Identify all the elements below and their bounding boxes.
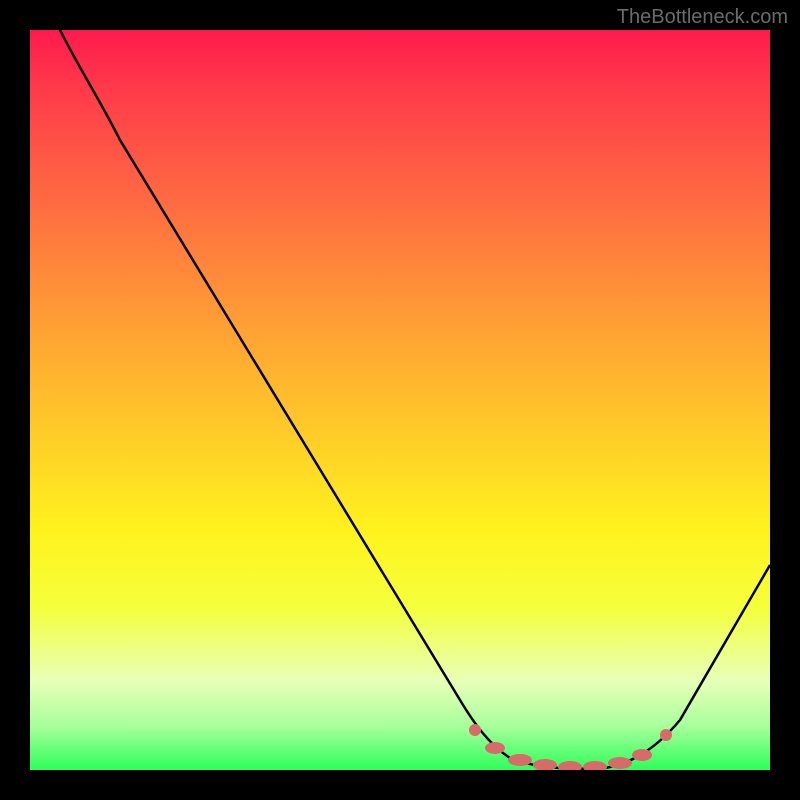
marker-dot [558,761,582,770]
marker-dot [608,757,632,769]
marker-dot [660,729,672,741]
marker-dot [583,761,607,770]
marker-dot [469,724,481,736]
marker-dot [632,749,652,761]
marker-dot [485,742,505,754]
plot-area [30,30,770,770]
marker-group [469,724,672,770]
marker-dot [533,759,557,770]
main-curve [60,30,770,769]
marker-dot [508,754,532,766]
watermark-text: TheBottleneck.com [617,6,788,29]
chart-svg [30,30,770,770]
